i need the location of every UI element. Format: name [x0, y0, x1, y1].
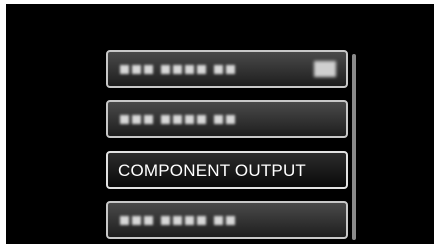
menu-screen: COMPONENT OUTPUT — [6, 4, 434, 244]
menu-item-component-output[interactable]: COMPONENT OUTPUT — [106, 151, 348, 189]
menu-item-label: COMPONENT OUTPUT — [118, 161, 307, 180]
blurred-value — [314, 61, 336, 77]
blurred-label — [120, 216, 235, 226]
menu-item-1[interactable] — [106, 50, 348, 88]
scrollbar[interactable] — [352, 54, 356, 240]
menu-item-2[interactable] — [106, 100, 348, 138]
blurred-label — [120, 65, 235, 75]
menu-item-4[interactable] — [106, 201, 348, 239]
blurred-label — [120, 115, 235, 125]
